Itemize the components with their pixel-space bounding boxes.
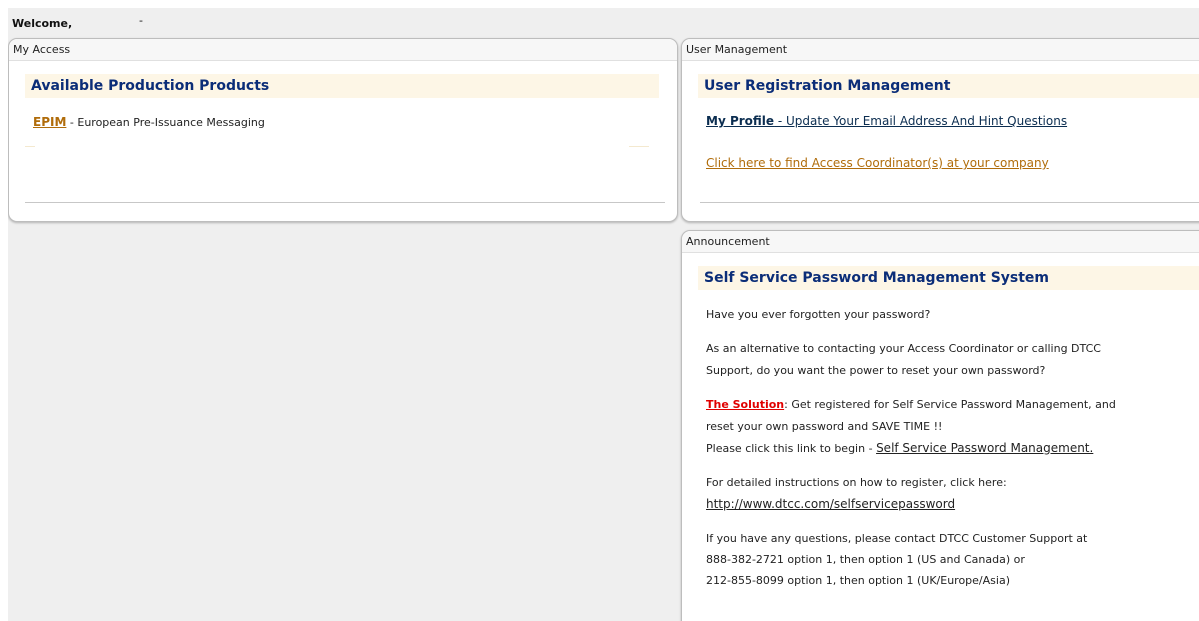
panel-divider (700, 202, 1199, 203)
self-service-password-link[interactable]: Self Service Password Management. (876, 441, 1093, 455)
self-service-heading: Self Service Password Management System (698, 266, 1199, 290)
solution-line: The Solution: Get registered for Self Se… (706, 398, 1116, 411)
welcome-text: Welcome, (12, 17, 73, 30)
portal-canvas: Welcome, - My Access Available Productio… (8, 8, 1199, 621)
product-separator: - (66, 116, 78, 129)
begin-line: Please click this link to begin - Self S… (706, 441, 1093, 455)
access-coordinator-link[interactable]: Click here to find Access Coordinator(s)… (706, 156, 1049, 170)
announcement-text: Support, do you want the power to reset … (706, 364, 1046, 377)
contact-phone-us: 888-382-2721 option 1, then option 1 (US… (706, 553, 1025, 566)
solution-text: : Get registered for Self Service Passwo… (784, 398, 1116, 411)
my-profile-label[interactable]: My Profile (706, 114, 774, 128)
announcement-panel: Announcement Self Service Password Manag… (681, 230, 1199, 621)
announcement-question: Have you ever forgotten your password? (706, 308, 931, 321)
user-registration-heading: User Registration Management (698, 74, 1199, 98)
announcement-panel-title: Announcement (682, 231, 1199, 253)
contact-text: If you have any questions, please contac… (706, 532, 1088, 545)
solution-label: The Solution (706, 398, 785, 411)
user-management-panel: User Management User Registration Manage… (681, 38, 1199, 222)
contact-phone-intl: 212-855-8099 option 1, then option 1 (UK… (706, 574, 1010, 587)
divider-fragment (25, 146, 35, 147)
begin-text: Please click this link to begin - (706, 442, 877, 455)
my-profile-link[interactable]: My Profile - Update Your Email Address A… (706, 114, 1067, 128)
panel-divider (25, 202, 665, 203)
my-access-panel: My Access Available Production Products … (8, 38, 678, 222)
announcement-text: As an alternative to contacting your Acc… (706, 342, 1101, 355)
my-access-panel-title: My Access (9, 39, 677, 61)
user-name-placeholder: - (139, 14, 143, 27)
instructions-link-row: http://www.dtcc.com/selfservicepassword (706, 497, 955, 511)
divider-fragment (629, 146, 649, 147)
product-row-epim: EPIM - European Pre-Issuance Messaging (33, 115, 265, 129)
user-management-panel-title: User Management (682, 39, 1199, 61)
my-profile-description[interactable]: - Update Your Email Address And Hint Que… (774, 114, 1067, 128)
instructions-text: For detailed instructions on how to regi… (706, 476, 1007, 489)
product-description: European Pre-Issuance Messaging (77, 116, 265, 129)
announcement-text: reset your own password and SAVE TIME !! (706, 420, 943, 433)
epim-link[interactable]: EPIM (33, 115, 66, 129)
dtcc-selfservice-url-link[interactable]: http://www.dtcc.com/selfservicepassword (706, 497, 955, 511)
available-products-heading: Available Production Products (25, 74, 659, 98)
